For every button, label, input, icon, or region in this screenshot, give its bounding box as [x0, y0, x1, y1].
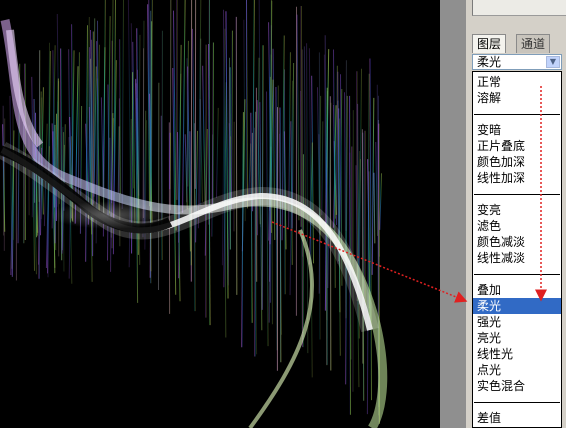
blend-option-darken[interactable]: 变暗 [473, 122, 561, 138]
blend-option-pin-light[interactable]: 点光 [473, 362, 561, 378]
blend-option-overlay[interactable]: 叠加 [473, 282, 561, 298]
blend-option-normal[interactable]: 正常 [473, 74, 561, 90]
blend-option-soft-light[interactable]: 柔光 [473, 298, 561, 314]
blend-option-color-burn[interactable]: 颜色加深 [473, 154, 561, 170]
blend-option-dissolve[interactable]: 溶解 [473, 90, 561, 106]
dropdown-separator [474, 274, 560, 275]
image-canvas[interactable] [0, 0, 440, 428]
blend-option-hard-light[interactable]: 强光 [473, 314, 561, 330]
blend-mode-dropdown: 正常 溶解 变暗 正片叠底 颜色加深 线性加深 变亮 滤色 颜色减淡 线性减淡 … [472, 71, 562, 428]
chevron-down-icon[interactable]: ▼ [546, 56, 560, 68]
window-gutter [440, 0, 466, 428]
blend-option-linear-dodge[interactable]: 线性减淡 [473, 250, 561, 266]
blend-option-linear-light[interactable]: 线性光 [473, 346, 561, 362]
blend-option-screen[interactable]: 滤色 [473, 218, 561, 234]
blend-mode-value: 柔光 [477, 55, 502, 69]
red-dotted-arrow [0, 0, 440, 428]
tab-channels[interactable]: 通道 [516, 34, 551, 53]
dropdown-separator [474, 114, 560, 115]
tab-layers[interactable]: 图层 [472, 34, 507, 53]
dropdown-separator [474, 402, 560, 403]
blend-option-lighten[interactable]: 变亮 [473, 202, 561, 218]
blend-option-vivid-light[interactable]: 亮光 [473, 330, 561, 346]
blend-option-color-dodge[interactable]: 颜色减淡 [473, 234, 561, 250]
blend-option-linear-burn[interactable]: 线性加深 [473, 170, 561, 186]
panel-header-strip [472, 0, 566, 16]
dropdown-separator [474, 194, 560, 195]
panel-tabs: 图层 通道 [472, 34, 566, 53]
blend-option-multiply[interactable]: 正片叠底 [473, 138, 561, 154]
blend-option-hard-mix[interactable]: 实色混合 [473, 378, 561, 394]
blend-mode-select[interactable]: 柔光 ▼ [472, 54, 562, 70]
blend-option-difference[interactable]: 差值 [473, 410, 561, 426]
